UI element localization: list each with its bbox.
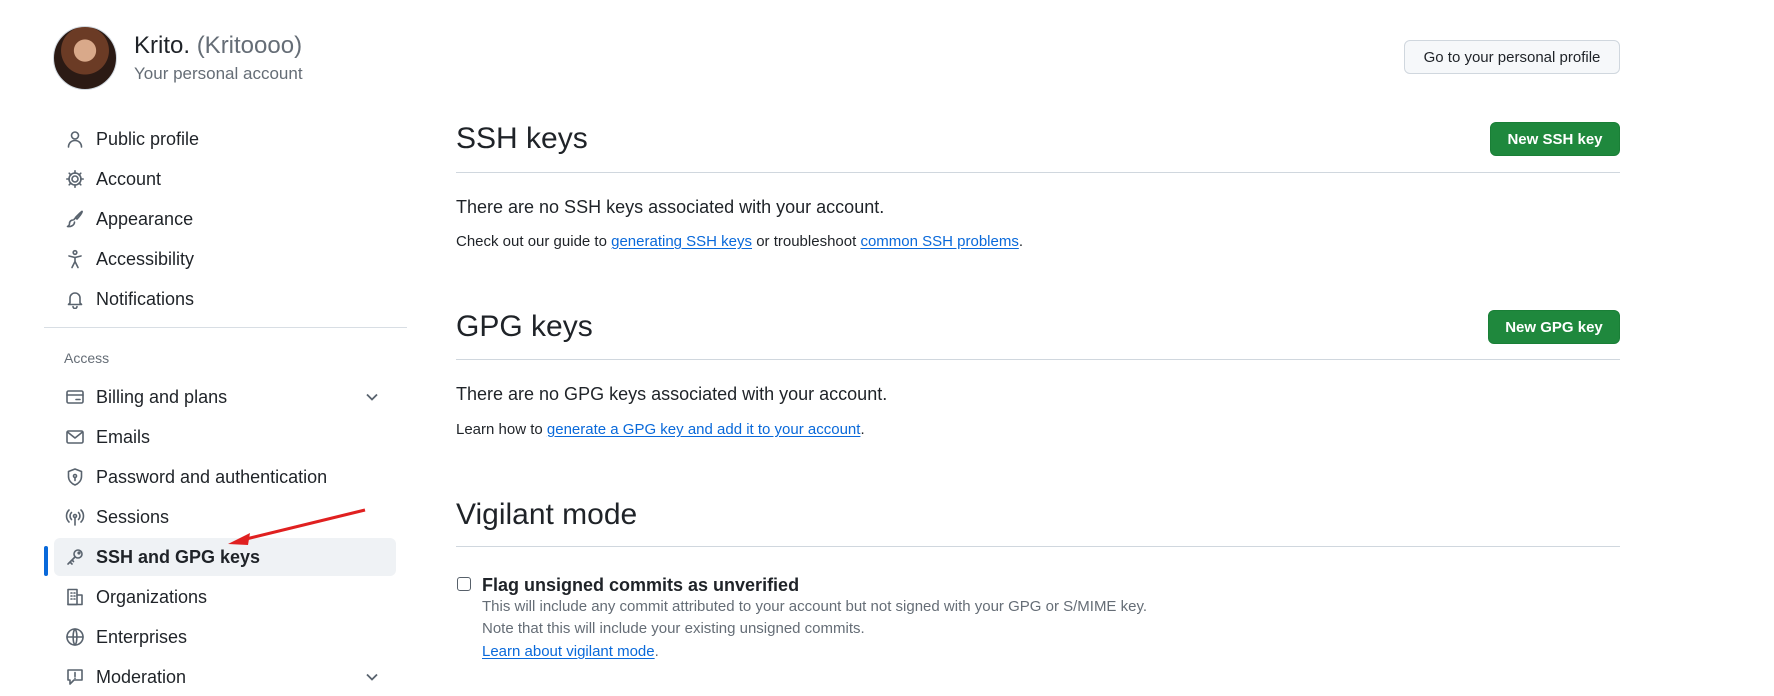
sidebar-item-label: Moderation xyxy=(96,666,187,687)
gpg-help-suffix: . xyxy=(860,421,865,438)
sidebar-item-label: Organizations xyxy=(96,586,208,607)
ssh-help-suffix: . xyxy=(1018,233,1024,250)
sidebar-item-label: Public profile xyxy=(96,128,200,149)
vigilant-divider xyxy=(456,546,1620,547)
sidebar-item-billing[interactable]: Billing and plans xyxy=(54,378,396,416)
gpg-help-text: Learn how to generate a GPG key and add … xyxy=(456,420,865,440)
avatar[interactable] xyxy=(53,26,117,90)
sidebar-divider xyxy=(44,327,407,328)
new-gpg-key-button[interactable]: New GPG key xyxy=(1488,310,1620,344)
sidebar-item-label: Enterprises xyxy=(96,626,188,647)
sidebar-item-accessibility[interactable]: Accessibility xyxy=(54,240,396,278)
gpg-empty-text: There are no GPG keys associated with yo… xyxy=(456,384,888,404)
account-subtitle: Your personal account xyxy=(134,64,303,83)
gpg-divider xyxy=(456,359,1620,360)
credit-card-icon xyxy=(64,386,86,408)
vigilant-note-1: This will include any commit attributed … xyxy=(482,598,1148,615)
mail-icon xyxy=(64,426,86,448)
learn-vigilant-mode-link[interactable]: Learn about vigilant mode xyxy=(482,643,655,660)
paintbrush-icon xyxy=(64,208,86,230)
sidebar-item-label: Notifications xyxy=(96,288,195,309)
ssh-keys-title: SSH keys xyxy=(456,122,588,155)
sidebar-item-label: Accessibility xyxy=(96,248,195,269)
bell-icon xyxy=(64,288,86,310)
chevron-down-icon[interactable] xyxy=(362,387,382,407)
key-icon xyxy=(64,546,86,568)
common-ssh-problems-link[interactable]: common SSH problems xyxy=(860,233,1018,250)
flag-unsigned-commits-label[interactable]: Flag unsigned commits as unverified xyxy=(482,573,799,597)
broadcast-icon xyxy=(64,506,86,528)
sidebar-item-appearance[interactable]: Appearance xyxy=(54,200,396,238)
new-ssh-key-button[interactable]: New SSH key xyxy=(1490,122,1620,156)
generating-ssh-keys-link[interactable]: generating SSH keys xyxy=(611,233,752,250)
shield-lock-icon xyxy=(64,466,86,488)
sidebar-item-label: Password and authentication xyxy=(96,466,328,487)
sidebar-item-enterprises[interactable]: Enterprises xyxy=(54,618,396,656)
person-icon xyxy=(64,128,86,150)
account-display-name: Krito. xyxy=(134,32,191,59)
ssh-help-prefix: Check out our guide to xyxy=(456,233,607,250)
active-indicator xyxy=(44,546,48,576)
account-name: Krito. (Kritoooo) xyxy=(134,30,302,62)
sidebar-item-label: Appearance xyxy=(96,208,194,229)
account-handle: (Kritoooo) xyxy=(196,32,303,59)
ssh-divider xyxy=(456,172,1620,173)
gpg-keys-title: GPG keys xyxy=(456,310,593,343)
ssh-help-middle: or troubleshoot xyxy=(756,233,857,250)
generate-gpg-key-link[interactable]: generate a GPG key and add it to your ac… xyxy=(547,421,861,438)
sidebar-item-label: Sessions xyxy=(96,506,170,527)
report-icon xyxy=(64,666,86,688)
gpg-help-prefix: Learn how to xyxy=(456,421,543,438)
chevron-down-icon[interactable] xyxy=(362,667,382,687)
sidebar-item-password-auth[interactable]: Password and authentication xyxy=(54,458,396,496)
sidebar-item-label: SSH and GPG keys xyxy=(96,546,261,567)
vigilant-note-2: Note that this will include your existin… xyxy=(482,620,865,637)
globe-icon xyxy=(64,626,86,648)
sidebar-item-emails[interactable]: Emails xyxy=(54,418,396,456)
sidebar-group-access: Access xyxy=(64,350,110,366)
sidebar-item-label: Billing and plans xyxy=(96,386,228,407)
sidebar-item-label: Emails xyxy=(96,426,151,447)
go-to-profile-button[interactable]: Go to your personal profile xyxy=(1404,40,1620,74)
sidebar-item-notifications[interactable]: Notifications xyxy=(54,280,396,318)
sidebar-item-public-profile[interactable]: Public profile xyxy=(54,120,396,158)
annotation-arrow xyxy=(228,508,366,545)
vigilant-mode-title: Vigilant mode xyxy=(456,498,638,531)
flag-unsigned-commits-checkbox[interactable] xyxy=(457,577,471,591)
ssh-help-text: Check out our guide to generating SSH ke… xyxy=(456,232,1023,252)
ssh-empty-text: There are no SSH keys associated with yo… xyxy=(456,197,885,217)
gear-icon xyxy=(64,168,86,190)
sidebar-item-organizations[interactable]: Organizations xyxy=(54,578,396,616)
accessibility-icon xyxy=(64,248,86,270)
sidebar-item-moderation[interactable]: Moderation xyxy=(54,658,396,696)
sidebar-item-account[interactable]: Account xyxy=(54,160,396,198)
vigilant-learn: Learn about vigilant mode. xyxy=(482,642,659,662)
vigilant-learn-suffix: . xyxy=(654,643,659,660)
organization-icon xyxy=(64,586,86,608)
sidebar-item-label: Account xyxy=(96,168,162,189)
